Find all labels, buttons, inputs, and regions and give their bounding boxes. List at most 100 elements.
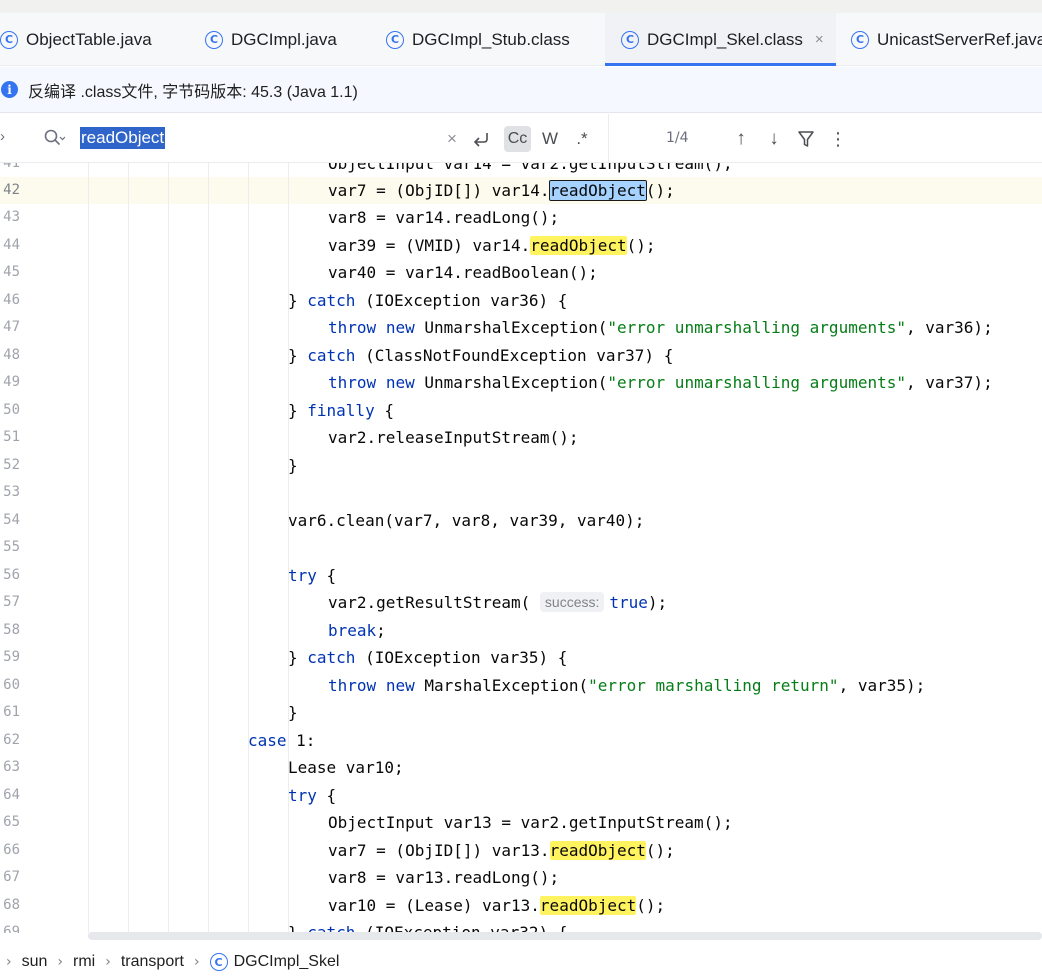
code-line: try { — [288, 786, 337, 805]
chevron-right-icon: › — [105, 954, 111, 970]
window-top-strip — [0, 0, 1042, 13]
editor-tabs: C ObjectTable.java C DGCImpl.java C DGCI… — [0, 13, 1042, 66]
line-number: 63 — [3, 759, 20, 775]
horizontal-scrollbar[interactable] — [88, 932, 1042, 940]
class-icon: C — [386, 30, 404, 49]
line-number: 62 — [3, 732, 20, 748]
line-number: 44 — [3, 237, 20, 253]
tab-dgcimpl-skel-class[interactable]: C DGCImpl_Skel.class × — [605, 13, 836, 66]
tab-label: DGCImpl_Stub.class — [412, 29, 570, 49]
search-history-icon[interactable] — [43, 128, 65, 148]
class-icon: C — [0, 30, 18, 49]
code-line: } finally { — [288, 401, 394, 420]
more-options-icon[interactable]: ⋮ — [829, 126, 847, 152]
class-icon: C — [851, 30, 869, 49]
code-line: case 1: — [248, 731, 316, 750]
code-line: var6.clean(var7, var8, var39, var40); — [288, 511, 645, 530]
line-number: 52 — [3, 457, 20, 473]
tab-label: ObjectTable.java — [26, 29, 152, 49]
code-line: var7 = (ObjID[]) var13.readObject(); — [328, 841, 675, 860]
line-number: 47 — [3, 319, 20, 335]
line-number: 69 — [3, 924, 20, 933]
code-line: var7 = (ObjID[]) var14.readObject(); — [328, 180, 675, 201]
code-line: } catch (IOException var36) { — [288, 291, 568, 310]
parameter-hint: success: — [539, 592, 605, 612]
code-line: var40 = var14.readBoolean(); — [328, 263, 598, 282]
line-number: 68 — [3, 897, 20, 913]
indent-guide — [248, 163, 249, 933]
line-number: 48 — [3, 347, 20, 363]
code-line: Lease var10; — [288, 758, 404, 777]
tab-label: UnicastServerRef.java — [877, 29, 1042, 49]
tab-label: DGCImpl_Skel.class — [647, 29, 803, 49]
tab-dgcimpl-stub-class[interactable]: C DGCImpl_Stub.class — [386, 13, 570, 66]
info-icon: i — [1, 81, 18, 98]
code-line: } catch (IOException var35) { — [288, 648, 568, 667]
chevron-right-icon: › — [57, 954, 64, 970]
code-line: var10 = (Lease) var13.readObject(); — [328, 896, 666, 915]
line-number: 42 — [3, 182, 20, 198]
tab-unicastserverref-java[interactable]: C UnicastServerRef.java — [851, 13, 1042, 66]
line-number: 43 — [3, 209, 20, 225]
breadcrumb-item-rmi[interactable]: rmi — [73, 953, 95, 971]
clear-search-icon[interactable]: × — [445, 126, 459, 152]
class-icon: C — [205, 30, 223, 49]
line-number: 59 — [3, 649, 20, 665]
banner-text: 反编译 .class文件, 字节码版本: 45.3 (Java 1.1) — [28, 83, 358, 101]
find-bar-divider — [608, 114, 609, 163]
match-case-toggle[interactable]: Cc — [504, 126, 531, 152]
code-editor[interactable]: 41 42 43 44 45 46 47 48 49 50 51 52 53 5… — [0, 163, 1042, 933]
line-number: 66 — [3, 842, 20, 858]
indent-guide — [128, 163, 129, 933]
code-line: var2.releaseInputStream(); — [328, 428, 579, 447]
breadcrumb: › sun › rmi › transport › C DGCImpl_Skel — [0, 948, 1042, 976]
code-line: ObjectInput var13 = var2.getInputStream(… — [328, 813, 733, 832]
match-counter: 1/4 — [666, 130, 689, 146]
line-number: 61 — [3, 704, 20, 720]
breadcrumb-item-class[interactable]: DGCImpl_Skel — [234, 953, 340, 971]
previous-occurrence-icon[interactable]: ↑ — [731, 126, 751, 152]
close-tab-icon[interactable]: × — [815, 31, 824, 48]
line-number: 46 — [3, 292, 20, 308]
decompiled-info-banner: i 反编译 .class文件, 字节码版本: 45.3 (Java 1.1) — [0, 67, 1042, 113]
tab-dgcimpl-java[interactable]: C DGCImpl.java — [205, 13, 337, 66]
code-line: throw new UnmarshalException("error unma… — [328, 318, 993, 337]
expand-replace-icon[interactable]: › — [0, 128, 5, 145]
code-line: var8 = var14.readLong(); — [328, 208, 560, 227]
code-line: var39 = (VMID) var14.readObject(); — [328, 236, 656, 255]
breadcrumb-item-transport[interactable]: transport — [121, 953, 184, 971]
code-line: } catch (ClassNotFoundException var37) { — [288, 346, 674, 365]
code-line: try { — [288, 566, 337, 585]
tab-objecttable-java[interactable]: C ObjectTable.java — [0, 13, 152, 66]
new-line-icon[interactable] — [470, 126, 492, 152]
line-number: 65 — [3, 814, 20, 830]
indent-guide — [88, 163, 89, 933]
line-number: 41 — [3, 163, 20, 171]
search-match: readObject — [539, 896, 637, 915]
line-number: 51 — [3, 429, 20, 445]
line-number: 57 — [3, 594, 20, 610]
line-number: 45 — [3, 264, 20, 280]
line-number: 50 — [3, 402, 20, 418]
code-line: var8 = var13.readLong(); — [328, 868, 560, 887]
code-line: var2.getResultStream( success: true); — [328, 592, 668, 612]
search-match: readObject — [549, 841, 646, 860]
whole-words-toggle[interactable]: W — [539, 126, 561, 152]
class-icon: C — [209, 953, 228, 971]
line-number: 58 — [3, 622, 20, 638]
line-number: 60 — [3, 677, 20, 693]
search-input[interactable]: readObject — [80, 127, 166, 149]
indent-guide — [168, 163, 169, 933]
breadcrumb-item-sun[interactable]: sun — [22, 953, 48, 971]
next-occurrence-icon[interactable]: ↓ — [764, 126, 784, 152]
line-number: 53 — [3, 484, 20, 500]
class-icon: C — [621, 30, 639, 49]
filter-icon[interactable] — [797, 126, 815, 152]
line-number: 55 — [3, 539, 20, 555]
line-number: 56 — [3, 567, 20, 583]
regex-toggle[interactable]: .* — [570, 126, 594, 152]
indent-guide — [208, 163, 209, 933]
code-line: } catch (IOException var32) { — [288, 923, 568, 933]
chevron-right-icon: › — [193, 954, 200, 970]
line-number: 49 — [3, 374, 20, 390]
